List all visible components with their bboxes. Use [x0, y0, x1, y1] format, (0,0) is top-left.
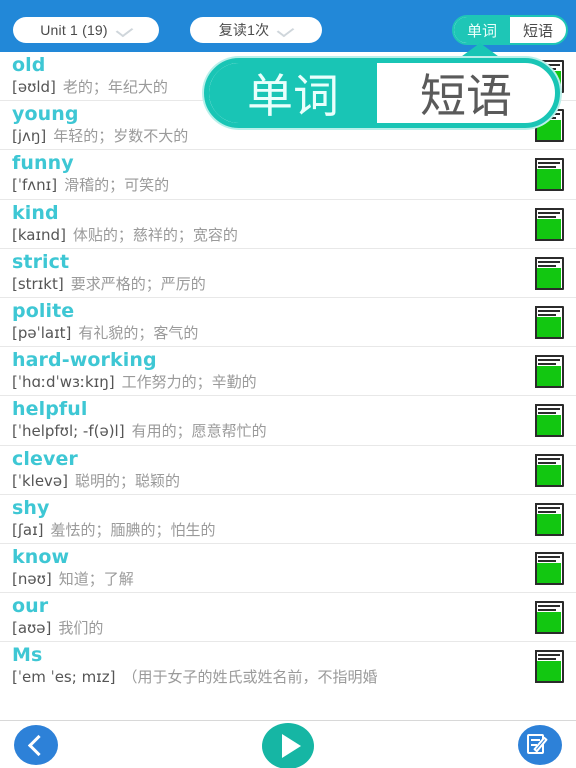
word-definition-line: [nəʊ] 知道；了解 — [12, 568, 576, 590]
word-meaning: （用于女子的姓氏或姓名前，不指明婚 — [122, 668, 378, 687]
app-root: Unit 1 (19) 复读1次 单词 短语 old [əʊld] 老的；年纪大的 y… — [0, 0, 576, 768]
word-phonetic: [nəʊ] — [12, 569, 52, 588]
word-meaning: 羞怯的；腼腆的；怕生的 — [50, 520, 216, 539]
word-definition-line: [pəˈlaɪt] 有礼貌的；客气的 — [12, 322, 576, 344]
word-headword: strict — [12, 250, 70, 273]
repeat-selector-label: 复读1次 — [218, 22, 270, 38]
book-icon[interactable] — [532, 157, 566, 192]
word-list-item[interactable]: funny [ˈfʌnɪ] 滑稽的；可笑的 — [0, 150, 576, 200]
word-definition-line: [ˈem ˈes; mɪz] （用于女子的姓氏或姓名前，不指明婚 — [12, 666, 576, 688]
word-phonetic: [ʃaɪ] — [12, 520, 44, 539]
chevron-left-icon — [27, 734, 50, 756]
word-phonetic: [əʊld] — [12, 78, 56, 96]
word-definition-line: [jʌŋ] 年轻的；岁数不大的 — [12, 125, 576, 147]
word-meaning: 知道；了解 — [58, 569, 134, 588]
word-list[interactable]: old [əʊld] 老的；年纪大的 young [jʌŋ] 年轻的；岁数不大的 funny… — [0, 52, 576, 720]
repeat-selector[interactable]: 复读1次 — [190, 17, 322, 43]
word-definition-line: [ˈhelpfʊl; -f(ə)l] 有用的；愿意帮忙的 — [12, 420, 576, 442]
word-phonetic: [ˈhɑːdˈwɜːkɪŋ] — [12, 373, 115, 392]
play-icon — [281, 734, 301, 758]
word-list-item[interactable]: helpful [ˈhelpfʊl; -f(ə)l] 有用的；愿意帮忙的 — [0, 396, 576, 446]
word-phonetic: [aʊə] — [12, 619, 52, 638]
bottom-bar: 自动播放 — [0, 720, 576, 768]
word-phonetic: [ˈem ˈes; mɪz] — [12, 668, 116, 687]
word-meaning: 聪明的；聪颖的 — [75, 471, 181, 490]
popup-pointer-icon — [458, 43, 502, 59]
back-button[interactable] — [14, 725, 58, 765]
chevron-down-icon — [117, 26, 132, 35]
word-definition-line: [ˈfʌnɪ] 滑稽的；可笑的 — [12, 174, 576, 196]
word-definition-line: [strɪkt] 要求严格的；严厉的 — [12, 273, 576, 295]
word-list-item[interactable]: hard-working [ˈhɑːdˈwɜːkɪŋ] 工作努力的；辛勤的 — [0, 347, 576, 397]
word-meaning: 要求严格的；严厉的 — [70, 274, 206, 293]
word-meaning: 年轻的；岁数不大的 — [53, 127, 189, 146]
word-headword: kind — [12, 201, 59, 224]
tab-words[interactable]: 单词 — [453, 17, 510, 43]
book-icon[interactable] — [532, 403, 566, 438]
word-meaning: 老的；年纪大的 — [62, 78, 168, 96]
word-list-item[interactable]: kind [kaɪnd] 体贴的；慈祥的；宽容的 — [0, 200, 576, 249]
word-phonetic: [jʌŋ] — [12, 127, 47, 146]
word-list-item[interactable]: shy [ʃaɪ] 羞怯的；腼腆的；怕生的 — [0, 495, 576, 544]
word-phonetic: [ˈklevə] — [12, 471, 69, 490]
word-headword: hard-working — [12, 349, 157, 372]
book-icon[interactable] — [532, 551, 566, 586]
word-list-item[interactable]: clever [ˈklevə] 聪明的；聪颖的 — [0, 446, 576, 495]
book-icon[interactable] — [532, 453, 566, 488]
word-headword: Ms — [12, 644, 43, 667]
word-meaning: 我们的 — [58, 619, 104, 638]
word-headword: our — [12, 595, 49, 618]
word-definition-line: [ʃaɪ] 羞怯的；腼腆的；怕生的 — [12, 519, 576, 541]
book-icon[interactable] — [532, 354, 566, 389]
tab-phrases[interactable]: 短语 — [510, 17, 566, 43]
unit-selector-label: Unit 1 (19) — [40, 22, 108, 38]
word-headword: helpful — [12, 398, 88, 421]
word-meaning: 有礼貌的；客气的 — [78, 323, 199, 342]
word-meaning: 滑稽的；可笑的 — [64, 176, 170, 195]
mode-toggle-magnifier-popup: 单词 短语 — [204, 58, 560, 128]
word-meaning: 有用的；愿意帮忙的 — [131, 422, 267, 441]
word-list-item[interactable]: our [aʊə] 我们的 — [0, 593, 576, 643]
book-icon[interactable] — [532, 649, 566, 684]
word-phonetic: [ˈfʌnɪ] — [12, 176, 58, 195]
word-meaning: 体贴的；慈祥的；宽容的 — [72, 225, 238, 244]
play-button[interactable] — [262, 723, 314, 768]
word-phonetic: [ˈhelpfʊl; -f(ə)l] — [12, 422, 125, 441]
word-headword: funny — [12, 152, 74, 175]
book-icon[interactable] — [532, 600, 566, 635]
word-meaning: 工作努力的；辛勤的 — [121, 373, 257, 392]
word-phonetic: [strɪkt] — [12, 274, 64, 293]
word-list-item[interactable]: know [nəʊ] 知道；了解 — [0, 544, 576, 594]
word-headword: know — [12, 545, 70, 568]
book-icon[interactable] — [532, 305, 566, 340]
word-phonetic: [kaɪnd] — [12, 225, 66, 244]
mode-toggle: 单词 短语 — [451, 15, 568, 45]
word-headword: polite — [12, 299, 75, 322]
edit-document-icon — [527, 733, 553, 757]
unit-selector[interactable]: Unit 1 (19) — [13, 17, 159, 43]
word-list-item[interactable]: strict [strɪkt] 要求严格的；严厉的 — [0, 249, 576, 298]
word-list-item[interactable]: polite [pəˈlaɪt] 有礼貌的；客气的 — [0, 298, 576, 348]
word-phonetic: [pəˈlaɪt] — [12, 323, 72, 342]
book-icon[interactable] — [532, 502, 566, 537]
popup-tab-phrases[interactable]: 短语 — [377, 63, 555, 123]
word-definition-line: [aʊə] 我们的 — [12, 617, 576, 639]
word-list-item[interactable]: Ms [ˈem ˈes; mɪz] （用于女子的姓氏或姓名前，不指明婚 — [0, 642, 576, 691]
book-icon[interactable] — [532, 207, 566, 242]
word-definition-line: [ˈhɑːdˈwɜːkɪŋ] 工作努力的；辛勤的 — [12, 371, 576, 393]
word-headword: shy — [12, 496, 50, 519]
chevron-down-icon — [278, 26, 293, 35]
edit-button[interactable] — [518, 725, 562, 765]
popup-tab-words[interactable]: 单词 — [209, 63, 377, 123]
word-definition-line: [ˈklevə] 聪明的；聪颖的 — [12, 470, 576, 492]
word-headword: clever — [12, 447, 78, 470]
word-definition-line: [kaɪnd] 体贴的；慈祥的；宽容的 — [12, 224, 576, 246]
book-icon[interactable] — [532, 256, 566, 291]
